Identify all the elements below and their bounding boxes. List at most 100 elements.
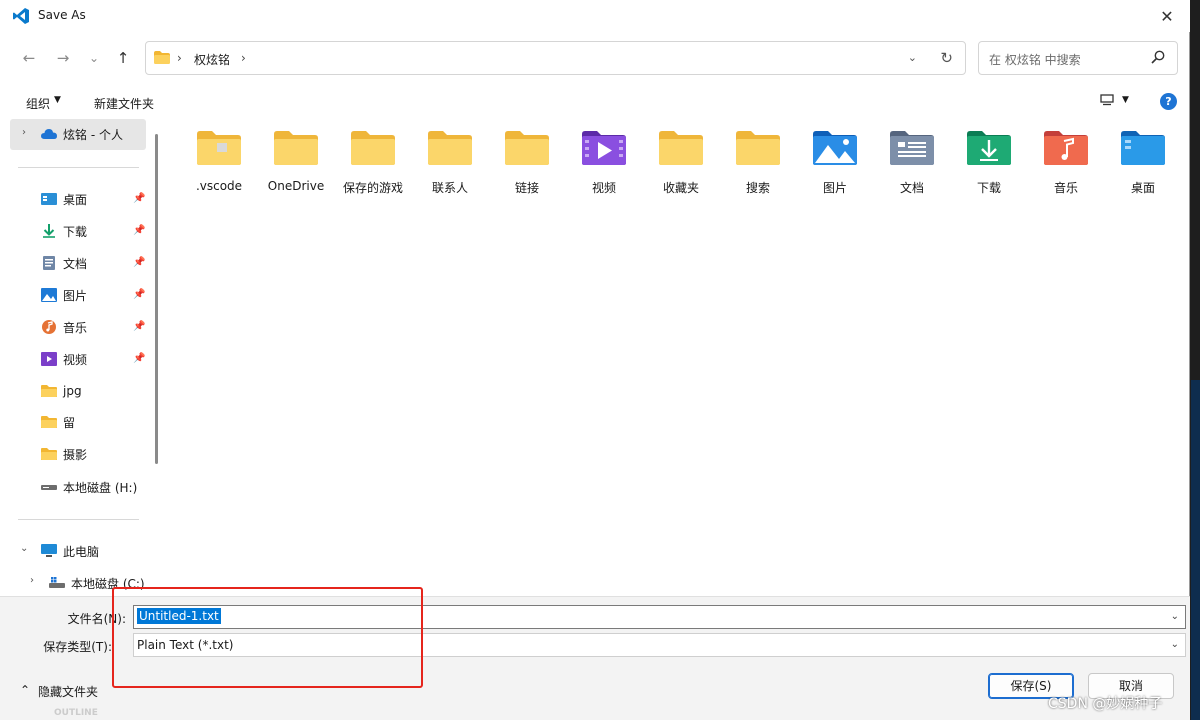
folder-label: 桌面 (1130, 181, 1155, 195)
sidebar-item-photography[interactable]: 摄影 (41, 442, 87, 466)
pin-icon[interactable]: 📌 (133, 289, 145, 300)
annotation-red-box (112, 587, 423, 688)
folder-tile[interactable]: 桌面 (1107, 130, 1179, 196)
folder-label: 图片 (822, 181, 847, 195)
sidebar-item-pictures[interactable]: 图片 (41, 283, 87, 307)
address-dropdown-icon[interactable]: ⌄ (908, 51, 917, 64)
folder-tile[interactable]: 下载 (953, 130, 1025, 196)
folder-icon (659, 131, 703, 165)
folder-tile[interactable]: OneDrive (260, 130, 332, 193)
back-button[interactable]: ← (17, 46, 41, 70)
document-icon (43, 256, 55, 270)
sidebar-item-jpg[interactable]: jpg (41, 379, 82, 403)
folder-icon (274, 131, 318, 165)
sidebar-scrollbar[interactable] (155, 134, 158, 464)
chevron-down-icon[interactable]: ⌄ (1171, 639, 1179, 650)
sidebar-item-label: 摄影 (63, 447, 88, 462)
sidebar-item-music[interactable]: 音乐 (41, 315, 87, 339)
recent-locations-button[interactable]: ⌄ (82, 46, 106, 70)
documents-folder-icon (890, 131, 934, 165)
sidebar-item-label: 留 (63, 415, 76, 430)
sidebar-item-drive-h[interactable]: 本地磁盘 (H:) (41, 475, 137, 499)
pin-icon[interactable]: 📌 (133, 193, 145, 204)
hide-folders-button[interactable]: 隐藏文件夹 (38, 683, 98, 700)
chevron-right-icon[interactable]: › (22, 127, 26, 138)
search-icon[interactable] (1151, 50, 1165, 64)
music-folder-icon (1044, 131, 1088, 165)
editor-panel (1191, 380, 1200, 720)
pin-icon[interactable]: 📌 (133, 225, 145, 236)
folder-icon (154, 51, 170, 64)
sidebar-item-label: 音乐 (63, 320, 88, 335)
view-options-icon[interactable] (1100, 94, 1114, 106)
folder-tile[interactable]: 联系人 (414, 130, 486, 196)
sidebar-item-videos[interactable]: 视频 (41, 347, 87, 371)
folder-tile[interactable]: 视频 (568, 130, 640, 196)
folder-tile[interactable]: 链接 (491, 130, 563, 196)
folder-tile[interactable]: 文档 (876, 130, 948, 196)
organize-button[interactable]: 组织 (26, 95, 50, 112)
sidebar-item-documents[interactable]: 文档 (41, 251, 87, 275)
cloud-icon (41, 129, 57, 139)
chevron-down-icon[interactable]: ⌄ (1171, 611, 1179, 622)
refresh-icon[interactable]: ↻ (940, 49, 953, 67)
picture-icon (41, 288, 57, 302)
sidebar-item-desktop[interactable]: 桌面 (41, 187, 87, 211)
window-title: Save As (38, 8, 86, 22)
vscode-icon (13, 8, 29, 24)
chevron-down-icon[interactable]: ▼ (54, 95, 61, 105)
chevron-down-icon[interactable]: ▼ (1122, 95, 1129, 105)
folder-tile[interactable]: 保存的游戏 (337, 130, 409, 196)
close-button[interactable]: ✕ (1144, 0, 1190, 32)
sidebar-item-label: 此电脑 (63, 544, 100, 559)
folder-label: 文档 (899, 181, 924, 195)
sidebar-item-onedrive[interactable]: 炫铭 - 个人 (41, 122, 123, 146)
folder-icon (41, 385, 57, 397)
sidebar-item-label: 下载 (63, 224, 88, 239)
divider (18, 519, 139, 520)
chevron-right-icon[interactable]: › (177, 51, 182, 65)
folder-icon (41, 416, 57, 428)
address-bar[interactable]: › 权炫铭 › ⌄ ↻ (145, 41, 966, 75)
command-toolbar: 组织 ▼ 新建文件夹 ▼ ? (0, 86, 1190, 118)
chevron-right-icon[interactable]: › (241, 51, 246, 65)
folder-label: 音乐 (1053, 181, 1078, 195)
watermark: CSDN @妙娲种子 (1048, 696, 1163, 712)
sidebar-item-label: jpg (63, 384, 82, 398)
breadcrumb-item[interactable]: 权炫铭 (194, 51, 230, 68)
sidebar-item-this-pc[interactable]: 此电脑 (41, 539, 99, 563)
folder-tile[interactable]: 图片 (799, 130, 871, 196)
folder-tile[interactable]: 搜索 (722, 130, 794, 196)
chevron-right-icon[interactable]: › (30, 575, 34, 586)
chevron-down-icon[interactable]: ⌄ (20, 543, 28, 554)
sidebar-item-label: 桌面 (63, 192, 88, 207)
sidebar-item-label: 视频 (63, 352, 88, 367)
chevron-up-icon[interactable]: ⌃ (20, 683, 30, 697)
search-input[interactable]: 在 权炫铭 中搜索 (978, 41, 1178, 75)
downloads-folder-icon (967, 131, 1011, 165)
navigation-bar: ← → ⌄ ↑ › 权炫铭 › ⌄ ↻ 在 权炫铭 中搜索 (0, 38, 1190, 78)
search-placeholder: 在 权炫铭 中搜索 (989, 53, 1081, 67)
folder-label: 收藏夹 (662, 181, 699, 195)
pin-icon[interactable]: 📌 (133, 321, 145, 332)
drive-icon (41, 485, 57, 490)
sidebar-item-label: 本地磁盘 (H:) (63, 480, 138, 495)
folder-icon (351, 131, 395, 165)
new-folder-button[interactable]: 新建文件夹 (94, 95, 154, 112)
pin-icon[interactable]: 📌 (133, 257, 145, 268)
folder-tile[interactable]: 音乐 (1030, 130, 1102, 196)
help-icon[interactable]: ? (1160, 93, 1177, 110)
divider (18, 167, 139, 168)
folder-icon (736, 131, 780, 165)
folder-label: 搜索 (745, 181, 770, 195)
folder-tile[interactable]: 收藏夹 (645, 130, 717, 196)
close-icon[interactable]: ✕ (1160, 7, 1173, 26)
sidebar-item-downloads[interactable]: 下载 (41, 219, 87, 243)
sidebar-item-liu[interactable]: 留 (41, 410, 75, 434)
outline-section-label[interactable]: OUTLINE (54, 708, 98, 718)
up-button[interactable]: ↑ (111, 46, 135, 70)
pin-icon[interactable]: 📌 (133, 353, 145, 364)
folder-tile[interactable]: .vscode (183, 130, 255, 193)
desktop-icon (41, 193, 57, 205)
forward-button[interactable]: → (51, 46, 75, 70)
